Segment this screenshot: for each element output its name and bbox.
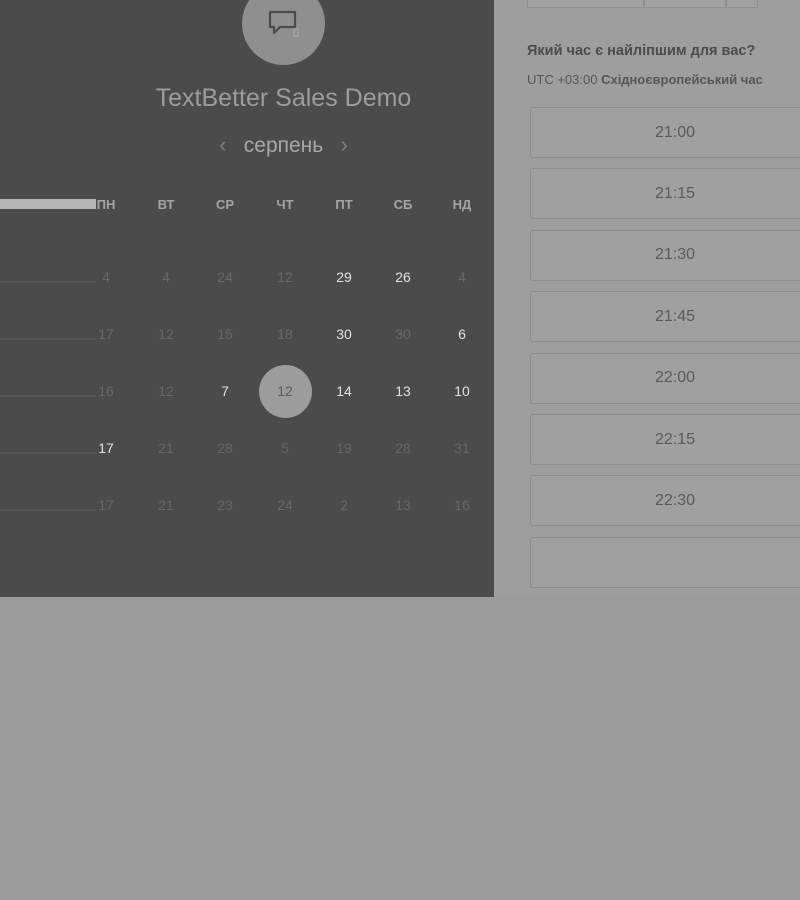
calendar-day[interactable]: 6 bbox=[442, 314, 482, 354]
time-slot-button[interactable]: 22:00 bbox=[530, 352, 800, 404]
calendar-day: 4 bbox=[458, 269, 466, 285]
calendar-day: 18 bbox=[277, 326, 293, 342]
calendar-day[interactable]: 14 bbox=[324, 371, 364, 411]
time-slot-label: 22:30 bbox=[654, 491, 696, 509]
calendar-panel: TextBetter Sales Demo ‹ серпень › ПН ВТ СР ЧТ… bbox=[0, 0, 494, 597]
calendar-day: 21 bbox=[158, 440, 174, 456]
time-slot-label: 22:15 bbox=[654, 430, 696, 448]
calendar-day: 24 bbox=[217, 269, 233, 285]
calendar-day: 28 bbox=[395, 440, 411, 456]
weekday-label: НД bbox=[452, 197, 472, 212]
time-slot-button[interactable]: 21:45 bbox=[530, 291, 800, 343]
week-indicator-line bbox=[0, 509, 96, 511]
calendar-day: 4 bbox=[162, 269, 170, 285]
timezone-offset: UTC +03:00 bbox=[527, 72, 598, 87]
month-navigation: ‹ серпень › bbox=[0, 132, 567, 158]
calendar-day[interactable]: 26 bbox=[383, 257, 423, 297]
calendar-day: 12 bbox=[158, 326, 174, 342]
calendar-day: 16 bbox=[98, 383, 114, 399]
top-tab-strip bbox=[527, 0, 758, 9]
time-slot-label: 21:15 bbox=[654, 184, 696, 202]
time-picker-panel: Який час є найліпшим для вас? UTC +03:00… bbox=[494, 0, 800, 597]
time-slot-button[interactable] bbox=[530, 537, 800, 588]
chevron-left-icon[interactable]: ‹ bbox=[210, 132, 236, 158]
week-indicator-line bbox=[0, 281, 96, 283]
time-question: Який час є найліпшим для вас? bbox=[527, 43, 756, 59]
calendar-day: 15 bbox=[217, 326, 233, 342]
top-tab[interactable] bbox=[644, 0, 726, 8]
calendar-day: 17 bbox=[98, 326, 114, 342]
calendar-day: 12 bbox=[158, 383, 174, 399]
calendar-day[interactable]: 30 bbox=[324, 314, 364, 354]
chat-bubble-icon bbox=[268, 10, 299, 37]
calendar-day[interactable]: 7 bbox=[205, 371, 245, 411]
time-slot-label: 21:00 bbox=[654, 123, 696, 141]
month-label: серпень bbox=[243, 134, 324, 157]
weekday-label: СБ bbox=[393, 197, 413, 212]
calendar-day: 23 bbox=[217, 497, 233, 513]
calendar-day[interactable]: 29 bbox=[324, 257, 364, 297]
calendar-day: 2 bbox=[340, 497, 348, 513]
calendar-day: 17 bbox=[98, 497, 114, 513]
calendar-day: 24 bbox=[277, 497, 293, 513]
chevron-right-icon[interactable]: › bbox=[331, 132, 357, 158]
weekday-label: ВТ bbox=[157, 197, 175, 212]
timezone-name: Східноєвропейський час bbox=[601, 72, 763, 87]
time-slot-label: 22:00 bbox=[654, 369, 696, 387]
calendar-day: 19 bbox=[336, 440, 352, 456]
week-indicator-line bbox=[0, 452, 96, 454]
calendar-day-selected[interactable]: 12 bbox=[258, 364, 312, 418]
time-slot-button[interactable]: 22:30 bbox=[530, 475, 800, 527]
week-indicator-line bbox=[0, 395, 96, 397]
timezone-selector[interactable]: UTC +03:00 Східноєвропейський час bbox=[527, 72, 800, 87]
time-slot-button[interactable]: 21:00 bbox=[530, 107, 800, 158]
calendar-day: 28 bbox=[217, 440, 233, 456]
calendar-day: 30 bbox=[395, 326, 411, 342]
calendar-day: 5 bbox=[281, 440, 289, 456]
calendar-day: 13 bbox=[395, 497, 411, 513]
time-slot-button[interactable]: 21:15 bbox=[530, 168, 800, 220]
top-tab[interactable] bbox=[726, 0, 758, 8]
weekday-label: СР bbox=[215, 197, 235, 212]
week-indicator-line bbox=[0, 338, 96, 340]
calendar-day[interactable]: 13 bbox=[383, 371, 423, 411]
weekday-label: ПН bbox=[96, 197, 116, 212]
calendar-day[interactable]: 10 bbox=[442, 371, 482, 411]
time-slot-button[interactable]: 21:30 bbox=[530, 229, 800, 281]
calendar-day: 31 bbox=[454, 440, 470, 456]
calendar-day: 12 bbox=[277, 269, 293, 285]
time-slot-label: 21:45 bbox=[654, 307, 696, 325]
event-title: TextBetter Sales Demo bbox=[155, 84, 412, 112]
calendar-day: 16 bbox=[454, 497, 470, 513]
weekday-label: ЧТ bbox=[276, 197, 294, 212]
logo bbox=[242, 0, 325, 65]
time-slot-button[interactable]: 22:15 bbox=[530, 414, 800, 465]
top-tab[interactable] bbox=[527, 0, 644, 8]
weekday-label: ПТ bbox=[335, 197, 353, 212]
calendar-day: 21 bbox=[158, 497, 174, 513]
time-slot-label: 21:30 bbox=[654, 246, 696, 264]
calendar-day[interactable]: 17 bbox=[86, 428, 126, 468]
calendar-day: 4 bbox=[102, 269, 110, 285]
